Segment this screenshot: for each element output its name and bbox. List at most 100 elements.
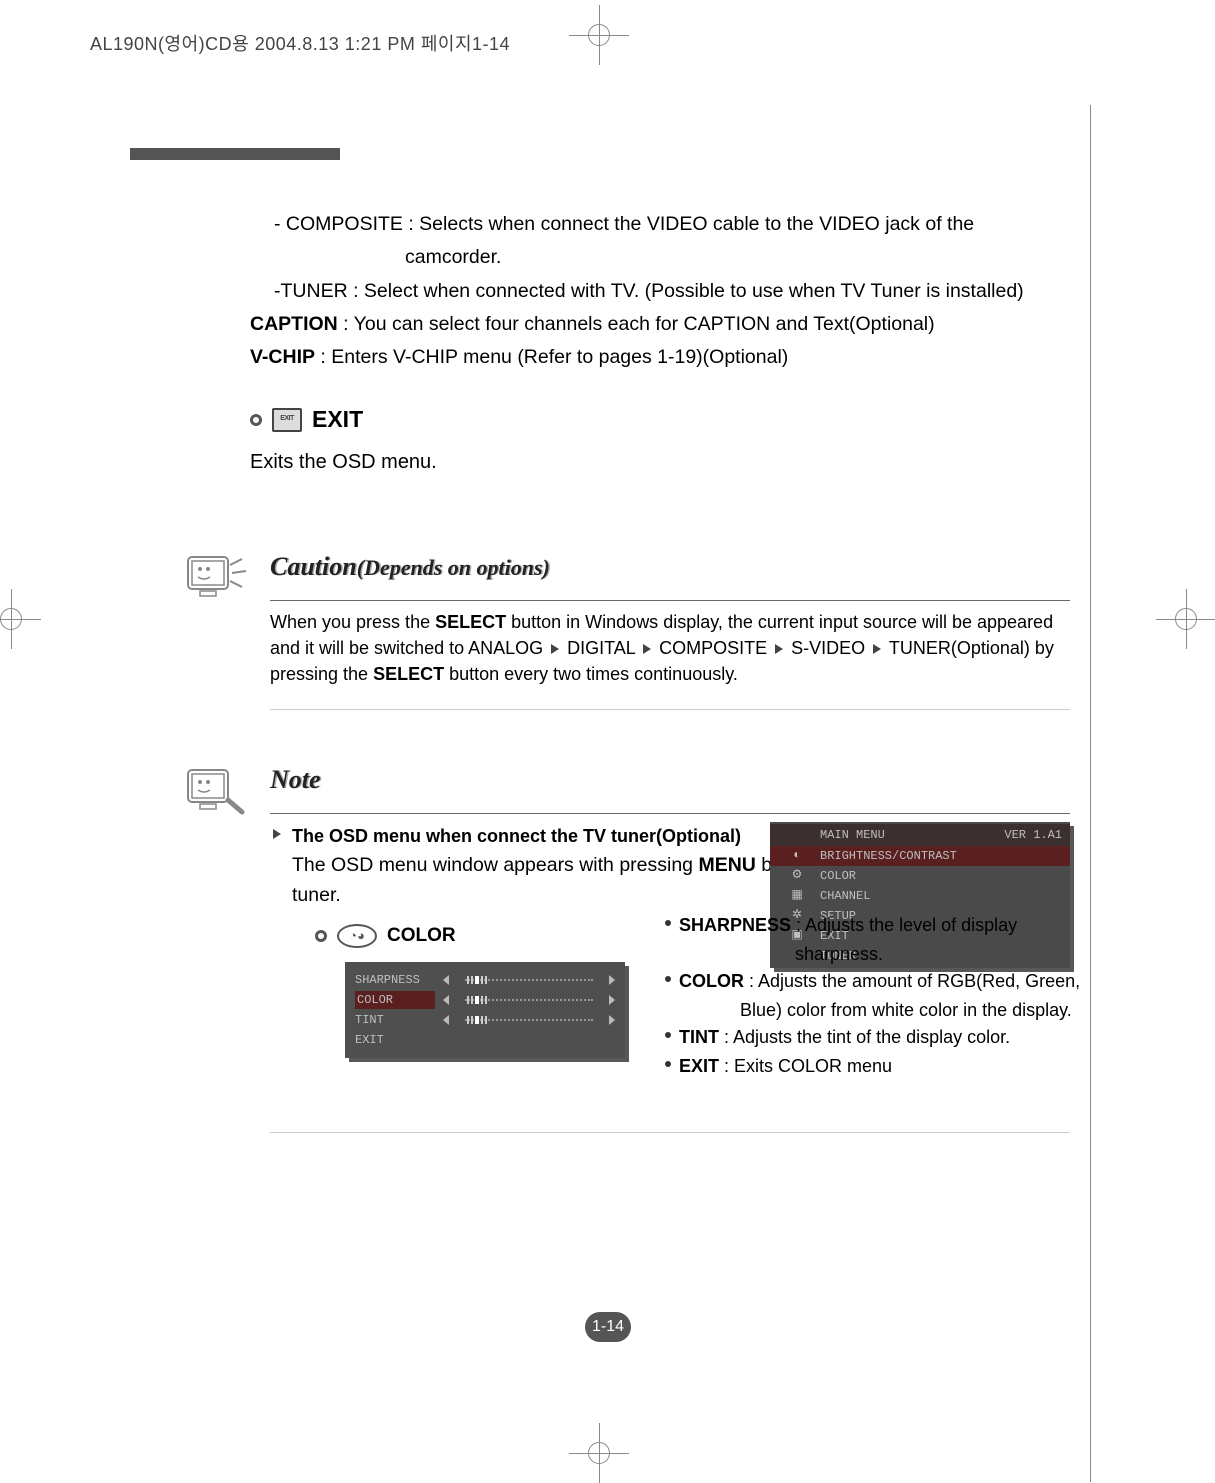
osd-menu-header: MAIN MENU VER 1.A1 bbox=[770, 824, 1070, 846]
note-callout: Note The OSD menu when connect the TV tu… bbox=[180, 760, 1070, 1133]
bullet-dot-icon bbox=[665, 976, 671, 982]
note-title: Note bbox=[270, 760, 1070, 799]
tuner-text: -TUNER : Select when connected with TV. … bbox=[274, 280, 1024, 302]
sub-row-tint: TINT bbox=[349, 1010, 621, 1030]
monitor-note-icon bbox=[180, 760, 252, 832]
caution-divider-bottom bbox=[270, 709, 1070, 710]
crop-mark-bottom bbox=[588, 1442, 628, 1482]
triangle-left-icon bbox=[443, 975, 449, 985]
osd-menu-version: VER 1.A1 bbox=[1004, 826, 1062, 844]
triangle-right-icon bbox=[609, 1015, 615, 1025]
caution-svideo: S-VIDEO bbox=[786, 638, 870, 658]
bullet-dot-icon bbox=[665, 1061, 671, 1067]
sub-row-color: COLOR bbox=[349, 990, 621, 1010]
note-layout: The OSD menu when connect the TV tuner(O… bbox=[270, 822, 1070, 1102]
note-divider-top bbox=[270, 813, 1070, 814]
crop-mark-right bbox=[1175, 608, 1215, 648]
sub-label-sharpness: SHARPNESS bbox=[355, 971, 435, 989]
monitor-caution-icon bbox=[180, 547, 252, 619]
exit-description: Exits the OSD menu. bbox=[250, 447, 1070, 477]
triangle-right-icon bbox=[551, 644, 559, 654]
color-heading: COLOR bbox=[387, 922, 456, 951]
color-text: : Adjusts the amount of RGB(Red, Green, bbox=[744, 971, 1080, 991]
document-header-filename: AL190N(영어)CD용 2004.8.13 1:21 PM 페이지1-14 bbox=[90, 30, 510, 56]
color-cont: Blue) color from white color in the disp… bbox=[740, 997, 1105, 1024]
sub-row-exit: EXIT bbox=[349, 1030, 621, 1050]
note-lead-bold: The OSD menu when connect the TV tuner(O… bbox=[292, 826, 741, 846]
triangle-right-icon bbox=[609, 995, 615, 1005]
triangle-right-icon bbox=[873, 644, 881, 654]
crop-mark-top bbox=[588, 24, 628, 64]
caution-callout: Caution(Depends on options) When you pre… bbox=[180, 547, 1070, 710]
caution-select-2: SELECT bbox=[373, 664, 444, 684]
caption-text: : You can select four channels each for … bbox=[338, 313, 935, 335]
osd-color-submenu: SHARPNESS COLOR TINT bbox=[345, 962, 625, 1058]
triangle-right-icon bbox=[273, 829, 281, 839]
slider-icon bbox=[457, 1016, 601, 1024]
vchip-text: : Enters V-CHIP menu (Refer to pages 1-1… bbox=[315, 346, 788, 368]
bullet-tint: TINT : Adjusts the tint of the display c… bbox=[665, 1024, 1105, 1051]
bullet-dot-icon bbox=[665, 1032, 671, 1038]
caution-text-3: button every two times continuously. bbox=[444, 664, 738, 684]
vertical-guide bbox=[1090, 105, 1091, 1482]
osd-item-brightness: BRIGHTNESS/CONTRAST bbox=[770, 846, 1070, 866]
caution-title: Caution bbox=[270, 552, 357, 581]
sub-label-color: COLOR bbox=[355, 991, 435, 1009]
sharpness-text: : Adjusts the level of display bbox=[791, 915, 1017, 935]
composite-line-cont: camcorder. bbox=[405, 243, 1070, 272]
caution-text-1: When you press the bbox=[270, 612, 435, 632]
palette-icon: ◔◕ bbox=[337, 924, 377, 948]
triangle-right-icon bbox=[609, 975, 615, 985]
caption-label: CAPTION bbox=[250, 313, 338, 335]
note-divider-bottom bbox=[270, 1132, 1070, 1133]
tint-text: : Adjusts the tint of the display color. bbox=[719, 1027, 1010, 1047]
triangle-left-icon bbox=[443, 995, 449, 1005]
disc-bullet-icon bbox=[315, 930, 327, 942]
triangle-left-icon bbox=[443, 1015, 449, 1025]
sharpness-label: SHARPNESS bbox=[679, 915, 791, 935]
osd-icon: ▦ bbox=[782, 886, 812, 904]
osd-item-color: COLOR bbox=[770, 866, 1070, 886]
color-label: COLOR bbox=[679, 971, 744, 991]
slider-icon bbox=[457, 976, 601, 984]
sub-row-sharpness: SHARPNESS bbox=[349, 970, 621, 990]
exit-label: EXIT bbox=[679, 1056, 719, 1076]
note-lead-1: The OSD menu window appears with pressin… bbox=[292, 854, 698, 876]
caution-select-1: SELECT bbox=[435, 612, 506, 632]
bullet-sharpness: SHARPNESS : Adjusts the level of display bbox=[665, 912, 1105, 939]
slider-icon bbox=[457, 996, 601, 1004]
composite-line: - COMPOSITE : Selects when connect the V… bbox=[274, 210, 1070, 239]
color-bullet-list: SHARPNESS : Adjusts the level of display… bbox=[665, 912, 1105, 1082]
page-content: - COMPOSITE : Selects when connect the V… bbox=[250, 210, 1070, 1133]
exit-icon: EXIT bbox=[272, 408, 302, 432]
tint-label: TINT bbox=[679, 1027, 719, 1047]
caution-body: When you press the SELECT button in Wind… bbox=[270, 609, 1070, 687]
page-number: 1-14 bbox=[585, 1312, 631, 1342]
caution-composite: COMPOSITE bbox=[654, 638, 772, 658]
composite-text-1: - COMPOSITE : Selects when connect the V… bbox=[274, 213, 974, 235]
bullet-dot-icon bbox=[665, 920, 671, 926]
vchip-line: V-CHIP : Enters V-CHIP menu (Refer to pa… bbox=[250, 343, 1070, 372]
sharpness-cont: sharpness. bbox=[795, 941, 1105, 968]
caption-line: CAPTION : You can select four channels e… bbox=[250, 310, 1070, 339]
bullet-color: COLOR : Adjusts the amount of RGB(Red, G… bbox=[665, 968, 1105, 995]
vchip-label: V-CHIP bbox=[250, 346, 315, 368]
note-menu-bold: MENU bbox=[698, 854, 755, 876]
caution-subtitle: (Depends on options) bbox=[357, 555, 550, 580]
osd-menu-title: MAIN MENU bbox=[820, 826, 885, 844]
bullet-exit: EXIT : Exits COLOR menu bbox=[665, 1053, 1105, 1080]
osd-icon: ⚙ bbox=[782, 866, 812, 884]
triangle-right-icon bbox=[643, 644, 651, 654]
caution-divider-top bbox=[270, 600, 1070, 601]
triangle-right-icon bbox=[775, 644, 783, 654]
section-accent-bar bbox=[130, 148, 340, 160]
composite-text-2: camcorder. bbox=[405, 246, 501, 268]
sub-label-exit: EXIT bbox=[355, 1031, 435, 1049]
exit-heading-row: EXIT EXIT bbox=[250, 402, 1070, 437]
exit-text: : Exits COLOR menu bbox=[719, 1056, 892, 1076]
tuner-line: -TUNER : Select when connected with TV. … bbox=[274, 277, 1070, 306]
sub-label-tint: TINT bbox=[355, 1011, 435, 1029]
caution-digital: DIGITAL bbox=[562, 638, 640, 658]
osd-icon: ◐ bbox=[782, 846, 812, 864]
disc-bullet-icon bbox=[250, 414, 262, 426]
